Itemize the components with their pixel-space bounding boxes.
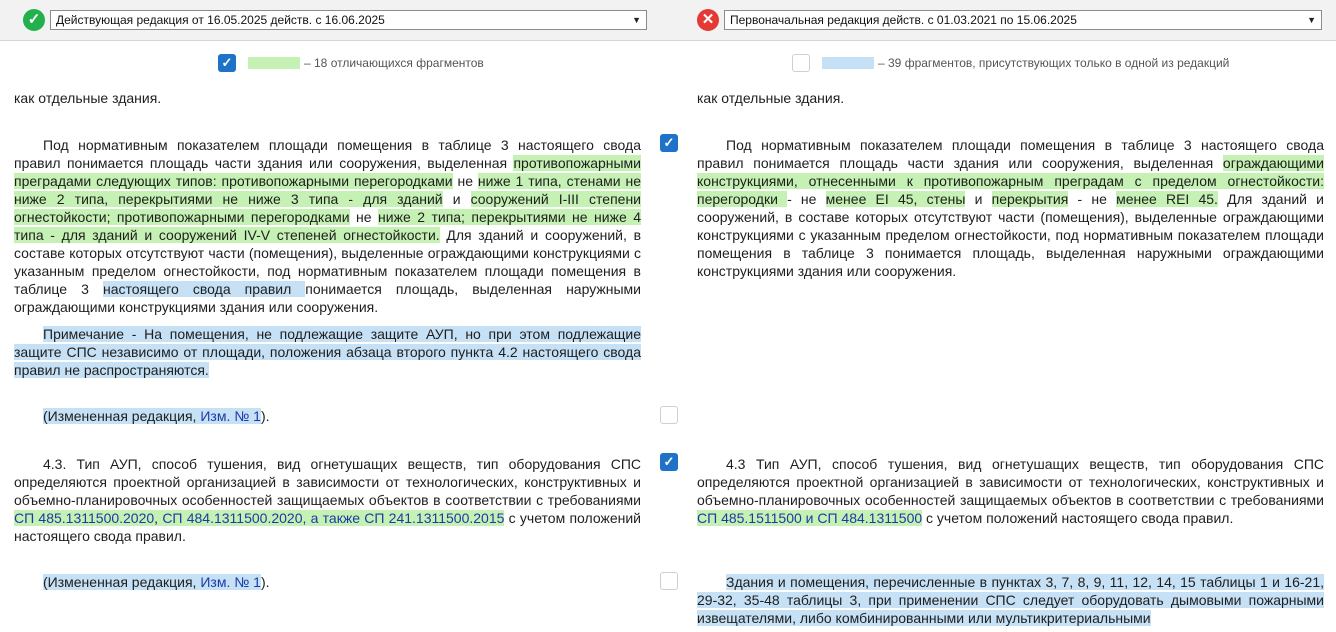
left-paragraph: 4.3. Тип АУП, способ тушения, вид огнету… — [14, 455, 641, 545]
right-column-top: как отдельные здания. — [697, 89, 1324, 107]
left-version-select[interactable]: Действующая редакция от 16.05.2025 дейст… — [50, 10, 647, 30]
text: с учетом положений настоящего свода прав… — [922, 510, 1234, 526]
text: 4.3 Тип АУП, способ тушения, вид огнетуш… — [697, 456, 1324, 508]
chevron-down-icon: ▼ — [1307, 15, 1316, 25]
close-circle-icon: ✕ — [697, 9, 719, 31]
revision-note: (Измененная редакция, Изм. № 1). — [14, 573, 641, 591]
diff-fragment: менее REI 45. — [1116, 191, 1218, 207]
right-version-select[interactable]: Первоначальная редакция действ. с 01.03.… — [724, 10, 1322, 30]
row-compare-checkbox[interactable]: ✓ — [660, 134, 678, 152]
text: и — [442, 191, 471, 207]
chevron-down-icon: ▼ — [632, 15, 641, 25]
left-paragraph-area: Под нормативным показателем площади поме… — [14, 136, 642, 316]
revision-note: (Измененная редакция, Изм. № 1). — [14, 407, 641, 425]
right-paragraph: Здания и помещения, перечисленные в пунк… — [697, 573, 1324, 627]
legend-unique: – 39 фрагментов, присутствующих только в… — [792, 54, 1312, 74]
legend-changed-label: – 18 отличающихся фрагментов — [304, 56, 484, 70]
legend-unique-label: – 39 фрагментов, присутствующих только в… — [878, 56, 1230, 70]
right-version-label: Первоначальная редакция действ. с 01.03.… — [730, 13, 1077, 27]
legend-changed-swatch — [248, 57, 300, 69]
reference-link[interactable]: СП 485.1511500 и СП 484.1311500 — [697, 510, 922, 526]
right-text-fragment: как отдельные здания. — [697, 90, 845, 106]
left-column-top: как отдельные здания. — [14, 89, 641, 107]
diff-fragment: менее EI 45, стены — [825, 191, 966, 207]
diff-fragment: СП 485.1511500 и СП 484.1311500 — [697, 510, 923, 526]
text: ). — [260, 408, 270, 424]
left-version-label: Действующая редакция от 16.05.2025 дейст… — [56, 13, 385, 27]
text: не — [452, 173, 478, 189]
legend-changed-checkbox[interactable]: ✓ — [218, 54, 236, 72]
legend-unique-checkbox[interactable] — [792, 54, 810, 72]
reference-link[interactable]: СП 241.1311500.2015 — [364, 510, 504, 526]
left-revision-1: (Измененная редакция, Изм. № 1). — [14, 407, 641, 425]
right-paragraph: 4.3 Тип АУП, способ тушения, вид огнетуш… — [697, 455, 1324, 527]
text: - не — [1068, 191, 1117, 207]
amendment-link[interactable]: Изм. № 1 — [200, 408, 261, 424]
legend-changed: ✓ – 18 отличающихся фрагментов — [218, 54, 638, 74]
left-text-fragment: как отдельные здания. — [14, 90, 162, 106]
reference-link[interactable]: , а также — [302, 510, 364, 526]
right-extra-paragraph: Здания и помещения, перечисленные в пунк… — [697, 573, 1324, 627]
text: ). — [260, 574, 270, 590]
text: и — [965, 191, 992, 207]
reference-link[interactable]: СП 484.1311500.2020 — [162, 510, 302, 526]
text: (Измененная редакция, — [43, 574, 201, 590]
text: (Измененная редакция, — [43, 408, 201, 424]
text: не — [349, 209, 379, 225]
row-compare-checkbox[interactable] — [660, 572, 678, 590]
left-clause-4-3: 4.3. Тип АУП, способ тушения, вид огнету… — [14, 455, 641, 545]
check-circle-icon: ✓ — [23, 9, 45, 31]
unique-fragment: Здания и помещения, перечисленные в пунк… — [697, 574, 1324, 626]
unique-fragment: (Измененная редакция, Изм. № 1 — [43, 574, 261, 590]
left-paragraph: Под нормативным показателем площади поме… — [14, 136, 642, 316]
diff-fragment: перекрытия — [991, 191, 1069, 207]
reference-link[interactable]: СП 485.1311500.2020 — [14, 510, 154, 526]
row-compare-checkbox[interactable] — [660, 406, 678, 424]
left-note: Примечание - На помещения, не подлежащие… — [14, 325, 641, 379]
text: 4.3. Тип АУП, способ тушения, вид огнету… — [14, 456, 641, 508]
unique-fragment: настоящего свода правил — [102, 281, 306, 297]
version-compare-toolbar: ✓ Действующая редакция от 16.05.2025 дей… — [0, 0, 1336, 41]
right-paragraph: Под нормативным показателем площади поме… — [697, 136, 1324, 280]
right-paragraph-area: Под нормативным показателем площади поме… — [697, 136, 1324, 280]
diff-fragment: СП 485.1311500.2020, СП 484.1311500.2020… — [14, 510, 505, 526]
text: - не — [787, 191, 826, 207]
unique-fragment: (Измененная редакция, Изм. № 1 — [43, 408, 261, 424]
unique-fragment: Примечание - На помещения, не подлежащие… — [14, 326, 641, 378]
right-clause-4-3: 4.3 Тип АУП, способ тушения, вид огнетуш… — [697, 455, 1324, 527]
left-note-area: Примечание - На помещения, не подлежащие… — [14, 325, 641, 379]
left-revision-2: (Измененная редакция, Изм. № 1). — [14, 573, 641, 591]
amendment-link[interactable]: Изм. № 1 — [200, 574, 261, 590]
row-compare-checkbox[interactable]: ✓ — [660, 453, 678, 471]
legend-unique-swatch — [822, 57, 874, 69]
